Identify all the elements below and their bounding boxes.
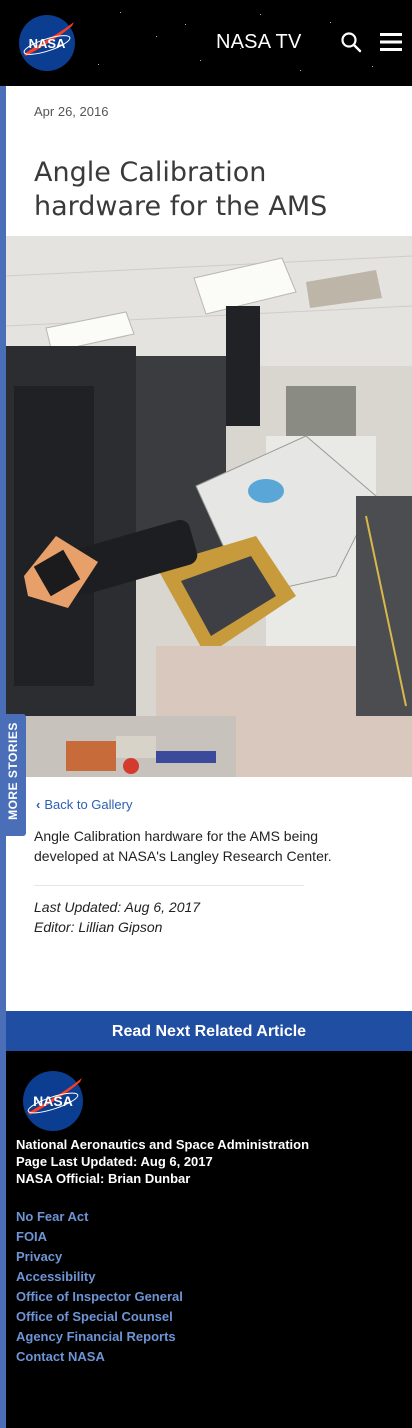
- page-title: Angle Calibration hardware for the AMS: [34, 157, 328, 222]
- nasa-tv-link[interactable]: NASA TV: [216, 31, 302, 54]
- article-date: Apr 26, 2016: [34, 104, 109, 119]
- divider: [34, 885, 304, 886]
- read-next-button[interactable]: Read Next Related Article: [6, 1011, 412, 1051]
- footer-link-privacy[interactable]: Privacy: [16, 1247, 183, 1267]
- footer-link-financial-reports[interactable]: Agency Financial Reports: [16, 1327, 183, 1347]
- footer-link-foia[interactable]: FOIA: [16, 1227, 183, 1247]
- photo-caption: Angle Calibration hardware for the AMS b…: [34, 828, 332, 864]
- footer-logo-text: NASA: [33, 1093, 73, 1109]
- footer-link-no-fear-act[interactable]: No Fear Act: [16, 1207, 183, 1227]
- article-photo[interactable]: [6, 236, 412, 777]
- footer-link-contact-nasa[interactable]: Contact NASA: [16, 1347, 183, 1367]
- more-stories-label: MORE STORIES: [6, 722, 20, 820]
- footer-link-inspector-general[interactable]: Office of Inspector General: [16, 1287, 183, 1307]
- footer-links: No Fear Act FOIA Privacy Accessibility O…: [16, 1207, 183, 1367]
- site-header: NASA NASA TV: [0, 0, 412, 86]
- back-label: Back to Gallery: [44, 797, 133, 812]
- back-to-gallery-link[interactable]: ‹ Back to Gallery: [36, 797, 133, 812]
- last-updated: Last Updated: Aug 6, 2017: [34, 899, 201, 915]
- org-name: National Aeronautics and Space Administr…: [16, 1137, 310, 1152]
- footer-link-accessibility[interactable]: Accessibility: [16, 1267, 183, 1287]
- search-icon[interactable]: [340, 31, 362, 53]
- page-last-updated: Page Last Updated: Aug 6, 2017: [16, 1154, 213, 1169]
- menu-icon[interactable]: [380, 33, 402, 51]
- more-stories-tab[interactable]: MORE STORIES: [0, 714, 26, 836]
- chevron-left-icon: ‹: [36, 797, 41, 812]
- nasa-logo[interactable]: NASA: [18, 14, 76, 72]
- footer-nasa-logo[interactable]: NASA: [22, 1070, 84, 1132]
- footer-link-special-counsel[interactable]: Office of Special Counsel: [16, 1307, 183, 1327]
- logo-text: NASA: [29, 36, 66, 51]
- editor: Editor: Lillian Gipson: [34, 919, 163, 935]
- nasa-official: NASA Official: Brian Dunbar: [16, 1171, 191, 1186]
